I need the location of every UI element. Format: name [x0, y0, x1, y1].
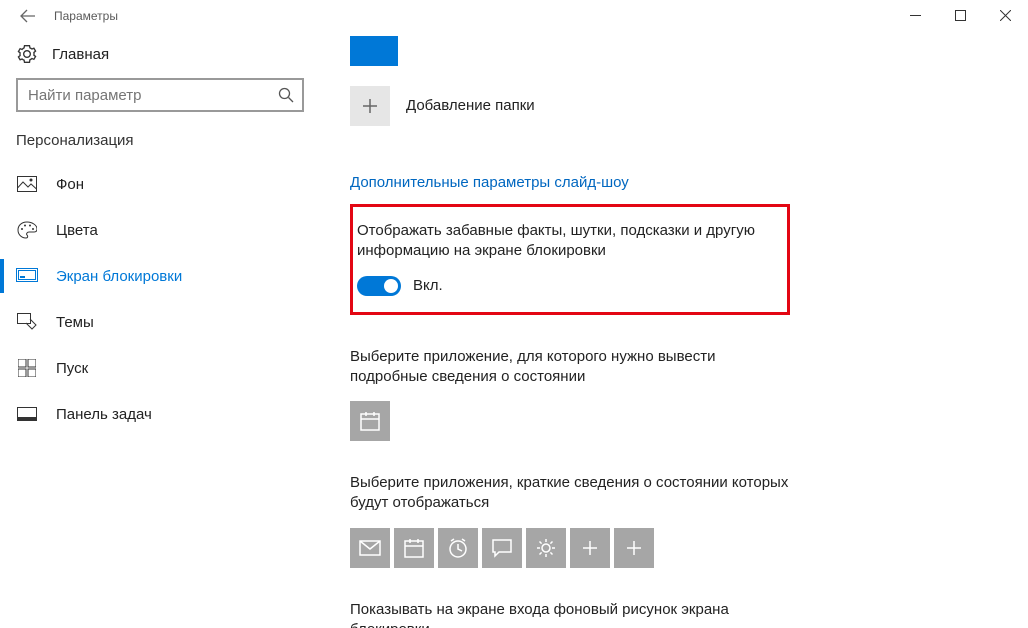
quick-status-text: Выберите приложения, краткие сведения о …	[350, 473, 800, 514]
search-input-wrap[interactable]	[16, 78, 304, 112]
titlebar: Параметры	[0, 0, 1028, 32]
sidebar: Главная Персонализация Фон Цвета Э	[0, 32, 320, 628]
fun-facts-state: Вкл.	[413, 277, 443, 294]
sidebar-item-label: Цвета	[56, 222, 98, 239]
fun-facts-setting: Отображать забавные факты, шутки, подска…	[350, 204, 790, 315]
fun-facts-text: Отображать забавные факты, шутки, подска…	[357, 221, 767, 262]
sidebar-item-background[interactable]: Фон	[10, 161, 310, 207]
main-panel: Добавление папки Дополнительные параметр…	[320, 32, 1028, 628]
sidebar-item-colors[interactable]: Цвета	[10, 207, 310, 253]
window-controls	[893, 0, 1028, 30]
signin-bg-setting: Показывать на экране входа фоновый рисун…	[350, 600, 998, 628]
home-nav[interactable]: Главная	[10, 36, 310, 78]
plus-icon	[350, 86, 390, 126]
search-input[interactable]	[18, 83, 270, 108]
sidebar-item-themes[interactable]: Темы	[10, 299, 310, 345]
folder-thumb[interactable]	[350, 36, 398, 66]
quick-status-setting: Выберите приложения, краткие сведения о …	[350, 473, 998, 568]
calendar-tile[interactable]	[350, 401, 390, 441]
sidebar-item-taskbar[interactable]: Панель задач	[10, 391, 310, 437]
sidebar-item-label: Пуск	[56, 360, 88, 377]
gear-icon	[16, 44, 38, 64]
maximize-button[interactable]	[938, 0, 983, 30]
start-icon	[16, 359, 38, 377]
sidebar-item-label: Экран блокировки	[56, 268, 182, 285]
add-folder-row[interactable]: Добавление папки	[350, 86, 998, 126]
search-icon	[270, 87, 302, 103]
home-label: Главная	[52, 46, 109, 63]
taskbar-icon	[16, 407, 38, 421]
slideshow-advanced-link[interactable]: Дополнительные параметры слайд-шоу	[350, 174, 629, 191]
detailed-status-text: Выберите приложение, для которого нужно …	[350, 347, 780, 388]
add-app-tile-2[interactable]	[614, 528, 654, 568]
picture-icon	[16, 176, 38, 192]
minimize-button[interactable]	[893, 0, 938, 30]
calendar-tile-2[interactable]	[394, 528, 434, 568]
palette-icon	[16, 221, 38, 239]
sidebar-item-label: Панель задач	[56, 406, 152, 423]
sidebar-item-label: Фон	[56, 176, 84, 193]
window-title: Параметры	[54, 9, 118, 23]
sidebar-item-lockscreen[interactable]: Экран блокировки	[10, 253, 310, 299]
section-label: Персонализация	[10, 130, 310, 161]
add-app-tile-1[interactable]	[570, 528, 610, 568]
brush-icon	[16, 313, 38, 331]
chat-tile[interactable]	[482, 528, 522, 568]
detailed-status-setting: Выберите приложение, для которого нужно …	[350, 347, 998, 442]
signin-bg-text: Показывать на экране входа фоновый рисун…	[350, 600, 780, 628]
fun-facts-toggle[interactable]	[357, 276, 401, 296]
alarm-tile[interactable]	[438, 528, 478, 568]
mail-tile[interactable]	[350, 528, 390, 568]
weather-tile[interactable]	[526, 528, 566, 568]
back-button[interactable]	[14, 2, 42, 30]
sidebar-item-start[interactable]: Пуск	[10, 345, 310, 391]
close-button[interactable]	[983, 0, 1028, 30]
sidebar-item-label: Темы	[56, 314, 94, 331]
lockscreen-icon	[16, 268, 38, 284]
add-folder-label: Добавление папки	[406, 96, 535, 116]
